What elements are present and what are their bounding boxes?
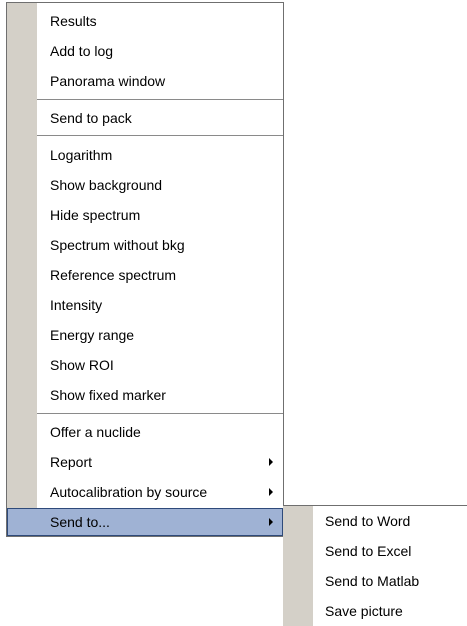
submenu-item-save-picture[interactable]: Save picture xyxy=(283,597,467,625)
desktop-area: Results Add to log Panorama window Send … xyxy=(0,0,467,626)
menu-item-label: Autocalibration by source xyxy=(50,484,208,500)
menu-item-label: Show ROI xyxy=(50,357,114,373)
menu-item-show-roi[interactable]: Show ROI xyxy=(7,351,283,379)
menu-item-report[interactable]: Report xyxy=(7,448,283,476)
submenu-item-send-to-matlab[interactable]: Send to Matlab xyxy=(283,567,467,595)
menu-item-label: Show fixed marker xyxy=(50,387,166,403)
menu-item-offer-a-nuclide[interactable]: Offer a nuclide xyxy=(7,418,283,446)
chevron-right-icon xyxy=(269,458,273,466)
menu-separator xyxy=(37,99,283,100)
menu-item-hide-spectrum[interactable]: Hide spectrum xyxy=(7,201,283,229)
menu-item-label: Spectrum without bkg xyxy=(50,237,185,253)
menu-item-label: Send to... xyxy=(50,514,110,530)
menu-item-label: Intensity xyxy=(50,297,103,313)
context-menu: Results Add to log Panorama window Send … xyxy=(6,2,284,537)
menu-item-add-to-log[interactable]: Add to log xyxy=(7,37,283,65)
menu-item-reference-spectrum[interactable]: Reference spectrum xyxy=(7,261,283,289)
menu-item-label: Reference spectrum xyxy=(50,267,177,283)
menu-item-send-to[interactable]: Send to... xyxy=(7,508,283,536)
menu-item-label: Results xyxy=(50,13,97,29)
menu-item-label: Panorama window xyxy=(50,73,166,89)
menu-item-label: Energy range xyxy=(50,327,135,343)
menu-item-label: Send to pack xyxy=(50,110,132,126)
submenu-item-label: Send to Matlab xyxy=(325,573,420,589)
menu-item-label: Hide spectrum xyxy=(50,207,141,223)
submenu-item-label: Send to Word xyxy=(325,513,411,529)
menu-item-energy-range[interactable]: Energy range xyxy=(7,321,283,349)
menu-item-show-background[interactable]: Show background xyxy=(7,171,283,199)
menu-item-label: Report xyxy=(50,454,93,470)
menu-item-highlight xyxy=(7,508,283,536)
menu-item-intensity[interactable]: Intensity xyxy=(7,291,283,319)
menu-item-autocalibration-by-source[interactable]: Autocalibration by source xyxy=(7,478,283,506)
menu-separator xyxy=(37,135,283,136)
menu-item-show-fixed-marker[interactable]: Show fixed marker xyxy=(7,381,283,409)
menu-item-results[interactable]: Results xyxy=(7,7,283,35)
menu-item-logarithm[interactable]: Logarithm xyxy=(7,141,283,169)
submenu-item-send-to-word[interactable]: Send to Word xyxy=(283,507,467,535)
chevron-right-icon xyxy=(269,518,273,526)
menu-item-panorama-window[interactable]: Panorama window xyxy=(7,67,283,95)
menu-item-label: Logarithm xyxy=(50,147,113,163)
send-to-submenu: Send to Word Send to Excel Send to Matla… xyxy=(283,505,467,626)
submenu-item-label: Send to Excel xyxy=(325,543,412,559)
menu-item-label: Add to log xyxy=(50,43,114,59)
menu-item-label: Show background xyxy=(50,177,163,193)
submenu-item-label: Save picture xyxy=(325,603,403,619)
submenu-item-send-to-excel[interactable]: Send to Excel xyxy=(283,537,467,565)
menu-separator xyxy=(37,413,283,414)
chevron-right-icon xyxy=(269,488,273,496)
menu-item-send-to-pack[interactable]: Send to pack xyxy=(7,104,283,132)
menu-item-label: Offer a nuclide xyxy=(50,424,141,440)
menu-item-spectrum-without-bkg[interactable]: Spectrum without bkg xyxy=(7,231,283,259)
